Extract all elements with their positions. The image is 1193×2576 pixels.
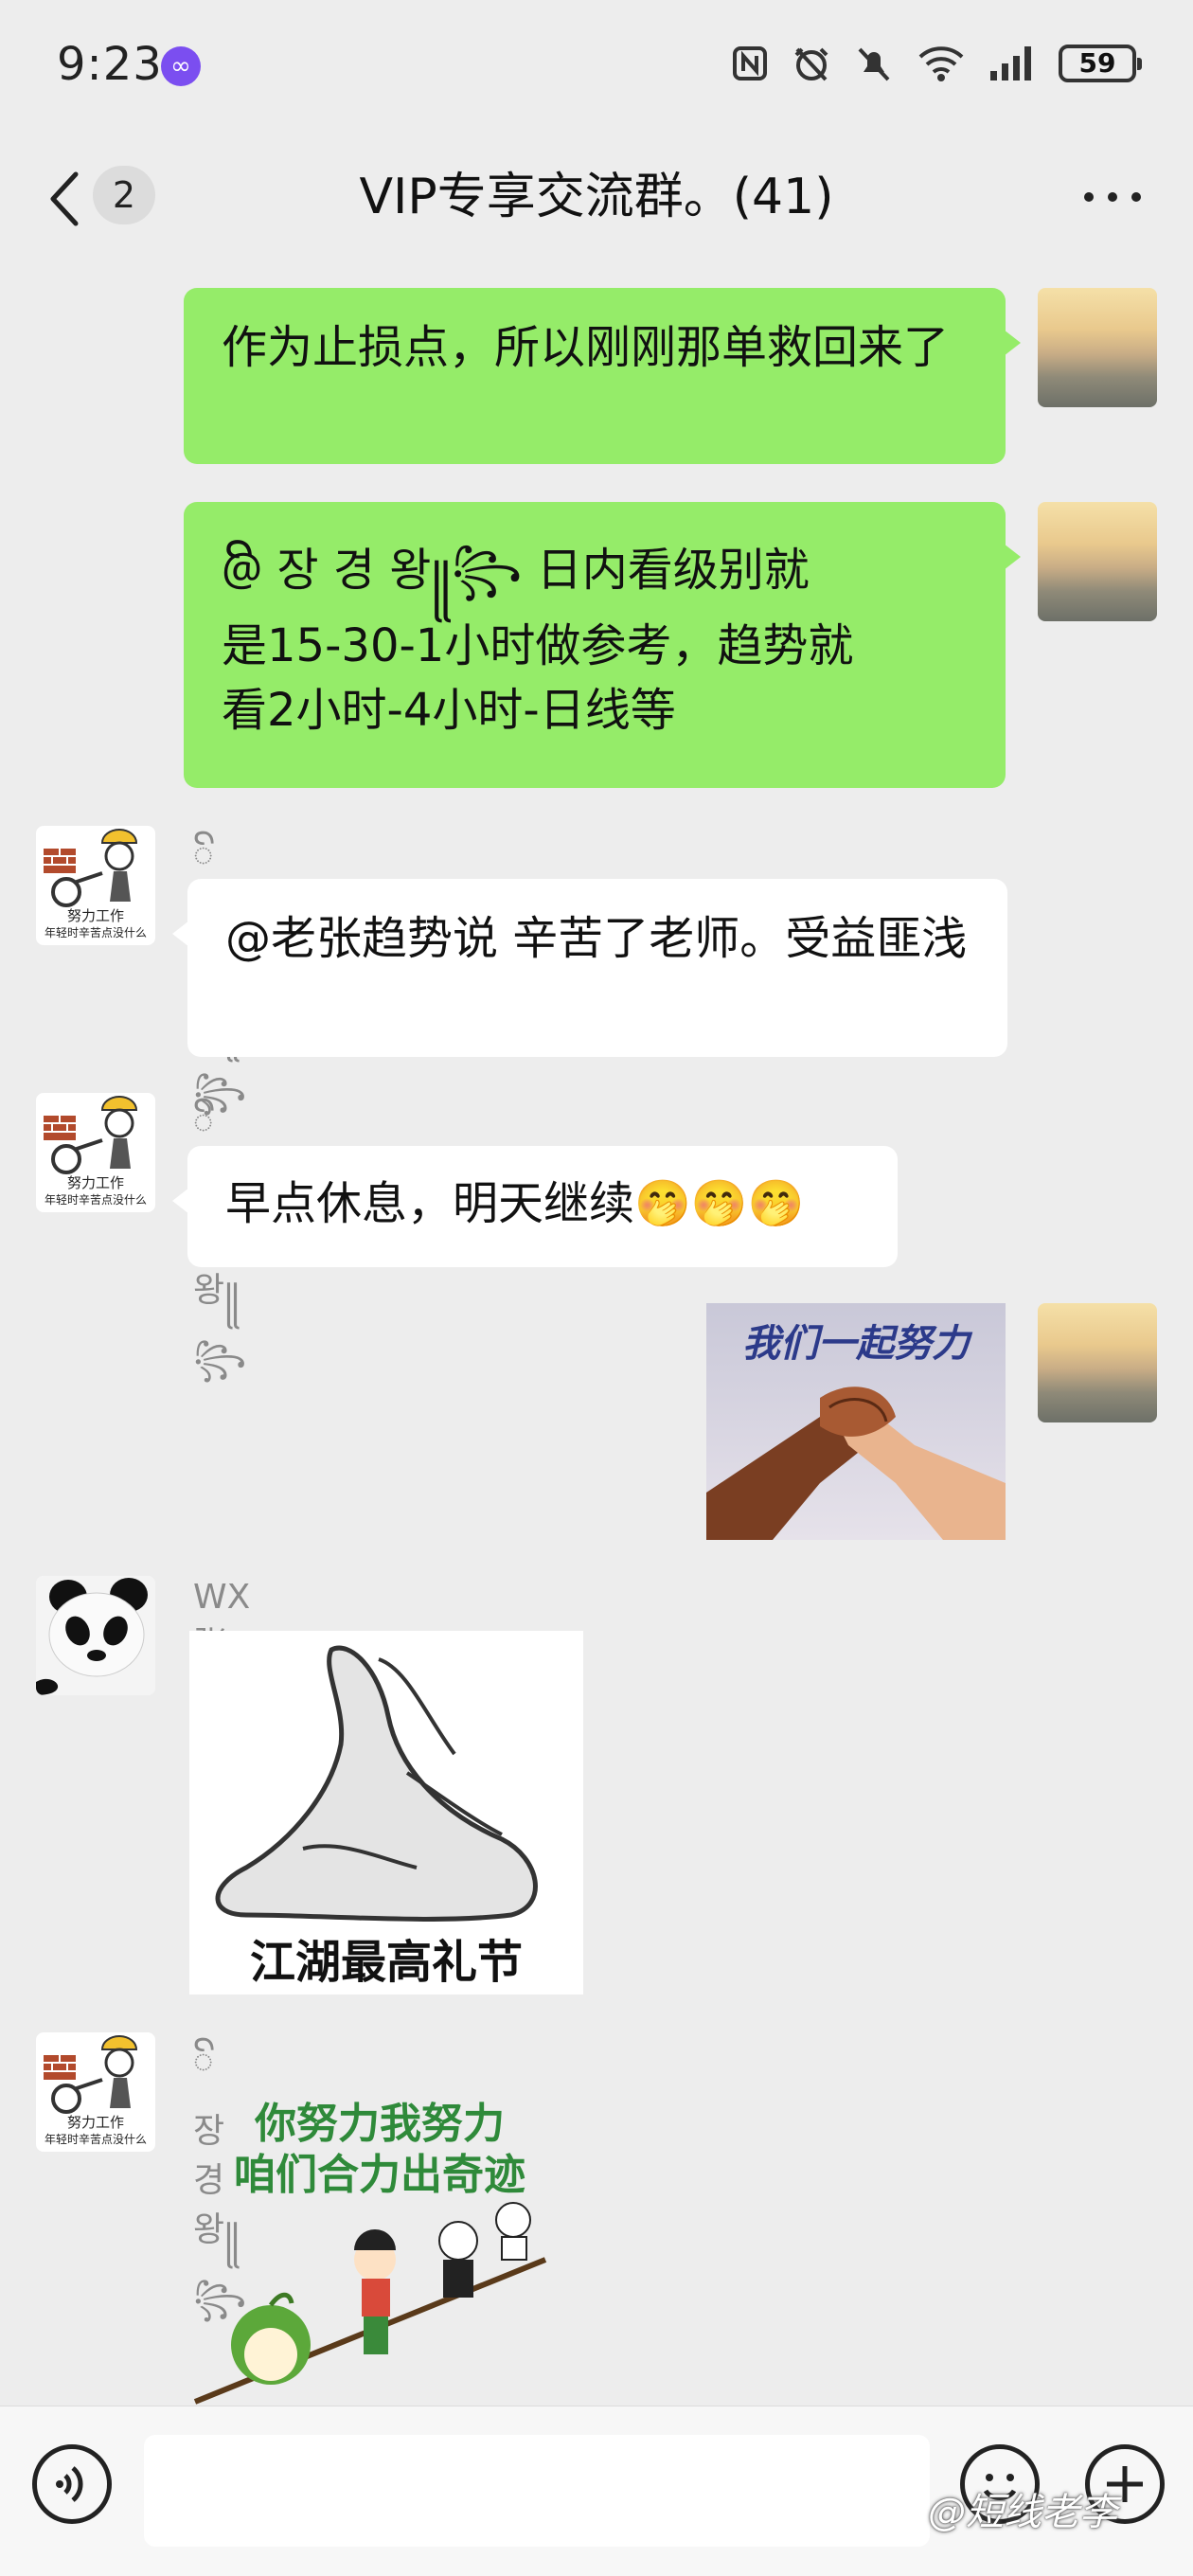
avatar-caption: 努力工作 (66, 2114, 124, 2131)
alarm-off-icon (794, 47, 828, 81)
avatar-caption: 努力工作 (66, 1174, 124, 1191)
voice-input-button[interactable] (32, 2444, 112, 2524)
panda-icon (36, 1576, 155, 1695)
chat-header: 2 VIP专享交流群。(41) (0, 133, 1193, 265)
message-bubble[interactable]: @ꦼ 장 경 왕꧋꧂ 日内看级别就 是15-30-1小时做参考，趋势就 看2小时… (184, 502, 1021, 788)
message-input[interactable] (144, 2435, 930, 2547)
signal-icon (990, 46, 1031, 80)
voice-icon (56, 2466, 83, 2502)
avatar-caption: 年轻时辛苦点没什么 (44, 2133, 147, 2146)
nfc-icon (733, 46, 767, 80)
avatar-caption: 努力工作 (66, 907, 124, 924)
cartoon-team-icon (193, 2202, 547, 2405)
more-dots-icon (1084, 192, 1141, 202)
status-time: 9:23 (57, 38, 163, 91)
message-line: 看2小时-4小时-日线等 (222, 684, 676, 737)
worker-cartoon-avatar[interactable]: 努力工作 年轻时辛苦点没什么 (36, 2032, 155, 2152)
avatar-caption: 年轻时辛苦点没什么 (44, 926, 147, 939)
unread-count-badge[interactable]: 2 (93, 166, 155, 224)
status-bar: 9:23 ∞ 59 (0, 0, 1193, 133)
status-icons: 59 (731, 44, 1142, 83)
message-line: @ꦼ 장 경 왕꧋꧂ 日内看级别就 (222, 544, 810, 597)
sticker-caption: 江湖最高礼节 (249, 1936, 523, 1989)
handshake-icon (706, 1386, 1006, 1540)
worker-cartoon-avatar[interactable]: 努力工作 年轻时辛苦点没什么 (36, 826, 155, 945)
message-bubble[interactable]: @老张趋势说 辛苦了老师。受益匪浅 (172, 879, 1007, 1057)
watermark: @短线老李 (928, 2491, 1117, 2534)
message-line: 是15-30-1小时做参考，趋势就 (222, 619, 854, 672)
panda-avatar[interactable] (36, 1576, 155, 1695)
infinity-icon: ∞ (161, 46, 201, 86)
avatar-caption: 年轻时辛苦点没什么 (44, 1193, 147, 1207)
self-avatar[interactable] (1038, 502, 1157, 621)
self-avatar[interactable] (1038, 1303, 1157, 1422)
message-bubble[interactable]: 早点休息，明天继续🤭🤭🤭 (172, 1146, 898, 1267)
handshake-sticker[interactable]: 我们一起努力 (706, 1303, 1006, 1540)
wifi-icon (918, 46, 964, 81)
self-avatar[interactable] (1038, 288, 1157, 407)
message-bubble[interactable]: 作为止损点，所以刚刚那单救回来了 (184, 288, 1021, 464)
emoji-group: 🤭🤭🤭 (634, 1177, 805, 1230)
clasped-hands-sticker[interactable]: 江湖最高礼节 (189, 1631, 583, 1995)
worker-cartoon-avatar[interactable]: 努力工作 年轻时辛苦点没什么 (36, 1093, 155, 1212)
page-title: VIP专享交流群。(41) (359, 169, 834, 225)
battery-indicator: 59 (1059, 45, 1142, 82)
more-options-button[interactable] (1079, 178, 1146, 216)
mute-icon (858, 47, 890, 81)
message-text: 早点休息，明天继续 (225, 1177, 635, 1230)
cartoon-team-sticker[interactable]: 你努力我努力 咱们合力出奇迹 (186, 2089, 574, 2406)
